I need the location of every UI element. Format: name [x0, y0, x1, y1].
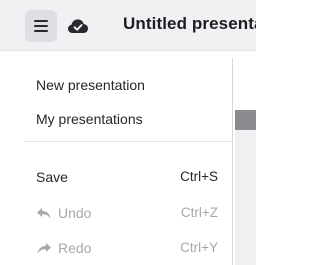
main-menu-dropdown: New presentation My presentations Save C…: [24, 58, 233, 265]
menu-item-label: New presentation: [36, 77, 145, 93]
redo-icon: [37, 243, 51, 254]
menu-item-shortcut: Ctrl+Z: [180, 205, 218, 220]
menu-item-label: My presentations: [36, 111, 143, 127]
main-menu-button[interactable]: [25, 10, 57, 42]
top-toolbar: Untitled presentation: [0, 0, 256, 51]
menu-item-shortcut: Ctrl+S: [180, 169, 218, 184]
hamburger-menu-icon-line: [34, 25, 48, 27]
menu-item-save[interactable]: Save Ctrl+S: [36, 164, 218, 190]
cloud-saved-icon[interactable]: [67, 15, 89, 37]
menu-divider: [24, 141, 232, 142]
app-window: Untitled presentation New presentation M…: [0, 0, 256, 265]
hamburger-menu-icon-line: [34, 30, 48, 32]
menu-item-my-presentations[interactable]: My presentations: [36, 106, 218, 132]
menu-item-undo[interactable]: Undo Ctrl+Z: [36, 200, 218, 226]
undo-icon: [37, 208, 51, 219]
slide-thumbnail-edge: [235, 110, 256, 130]
menu-item-shortcut: Ctrl+Y: [180, 240, 218, 255]
hamburger-menu-icon: [34, 20, 48, 22]
menu-item-label: Undo: [58, 205, 92, 221]
document-title[interactable]: Untitled presentation: [123, 14, 256, 34]
slide-editor-area: [232, 58, 256, 265]
slide-canvas-edge: [235, 130, 256, 265]
menu-item-label: Redo: [58, 240, 92, 256]
menu-item-new-presentation[interactable]: New presentation: [36, 72, 218, 98]
menu-item-label: Save: [36, 169, 68, 185]
menu-item-redo[interactable]: Redo Ctrl+Y: [36, 235, 218, 261]
